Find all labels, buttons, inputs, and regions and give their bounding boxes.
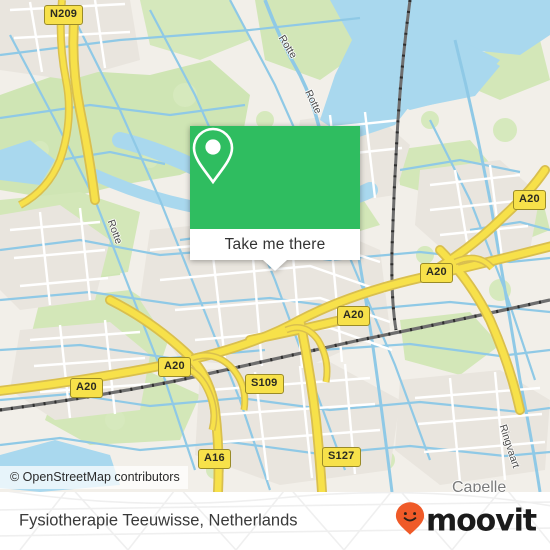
osm-attribution[interactable]: © OpenStreetMap contributors — [0, 466, 188, 489]
road-shield-a20-center[interactable]: A20 — [337, 306, 370, 326]
road-shield-a20-far-left[interactable]: A20 — [70, 378, 103, 398]
road-shield-a20-right[interactable]: A20 — [513, 190, 546, 210]
moovit-wordmark: moovit — [425, 503, 537, 538]
map-canvas[interactable]: N209 A20 A20 A20 A20 A20 S109 A16 S127 R… — [0, 0, 550, 492]
footer-bar: Fysiotherapie Teeuwisse, Netherlands moo… — [0, 492, 550, 550]
road-shield-a16[interactable]: A16 — [198, 449, 231, 469]
moovit-logo[interactable]: moovit — [395, 502, 537, 541]
moovit-smiley-pin-icon — [395, 502, 425, 541]
location-title: Fysiotherapie Teeuwisse, Netherlands — [19, 511, 298, 530]
road-shield-s109[interactable]: S109 — [245, 374, 284, 394]
road-shield-n209[interactable]: N209 — [44, 5, 84, 25]
place-label-capelle: Capelle — [452, 479, 507, 492]
take-me-there-popup[interactable]: Take me there — [190, 126, 360, 271]
moovit-location-card: N209 A20 A20 A20 A20 A20 S109 A16 S127 R… — [0, 0, 550, 550]
road-shield-a20-left[interactable]: A20 — [158, 357, 191, 377]
take-me-there-label: Take me there — [224, 235, 326, 253]
popup-cta-area[interactable]: Take me there — [190, 229, 360, 260]
popup-pointer-tail — [263, 260, 287, 271]
road-shield-s127[interactable]: S127 — [322, 447, 361, 467]
popup-icon-area — [190, 126, 360, 229]
road-shield-a20-mid[interactable]: A20 — [420, 263, 453, 283]
